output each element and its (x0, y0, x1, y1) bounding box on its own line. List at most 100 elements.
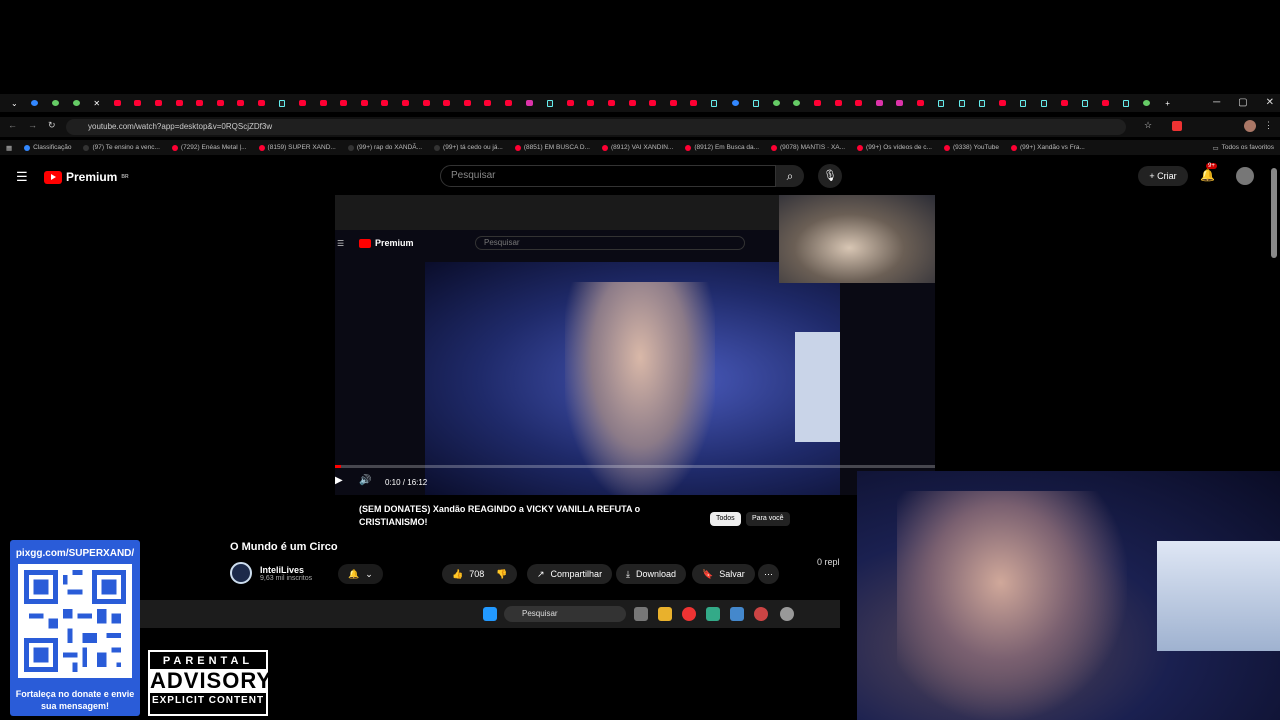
share-button[interactable]: ↗ Compartilhar (527, 564, 613, 584)
save-button[interactable]: 🔖 Salvar (692, 564, 755, 584)
bookmark[interactable]: (7292) Enéas Metal |... (166, 144, 253, 151)
volume-icon[interactable]: 🔊 (359, 475, 371, 486)
tab[interactable] (704, 95, 725, 111)
bookmark[interactable]: (8912) VAI XANDIN... (596, 144, 679, 151)
channel-avatar[interactable] (230, 562, 252, 584)
tab[interactable] (25, 95, 46, 111)
chrome-icon[interactable] (682, 607, 696, 621)
tab[interactable] (457, 95, 478, 111)
tab[interactable] (416, 95, 437, 111)
tab[interactable] (890, 95, 911, 111)
tab[interactable] (45, 95, 66, 111)
tab[interactable] (972, 95, 993, 111)
search-input[interactable]: Pesquisar (440, 165, 776, 187)
tab[interactable] (128, 95, 149, 111)
tab-close-icon[interactable]: ✕ (86, 95, 107, 111)
voice-search-button[interactable]: 🎙 (818, 164, 842, 188)
file-explorer-icon[interactable] (658, 607, 672, 621)
maximize-icon[interactable]: ▢ (1238, 94, 1247, 112)
bookmark[interactable]: (97) Te ensino a venc... (77, 144, 165, 151)
tab[interactable] (436, 95, 457, 111)
bookmark[interactable]: (9078) MANTIS · XA... (765, 144, 851, 151)
app-icon[interactable] (706, 607, 720, 621)
forward-icon[interactable]: → (28, 120, 37, 130)
tab[interactable] (663, 95, 684, 111)
browser-menu-icon[interactable]: ⋮ (1264, 120, 1273, 131)
tab[interactable] (292, 95, 313, 111)
tab[interactable] (1054, 95, 1075, 111)
profile-icon[interactable] (1244, 120, 1256, 132)
tab[interactable] (807, 95, 828, 111)
account-avatar[interactable] (1236, 167, 1254, 185)
hamburger-menu-icon[interactable]: ☰ (16, 169, 28, 185)
download-button[interactable]: ⤓ Download (616, 564, 687, 584)
tab[interactable] (519, 95, 540, 111)
tab[interactable] (642, 95, 663, 111)
tab[interactable] (931, 95, 952, 111)
tab[interactable] (169, 95, 190, 111)
chip-para-voce[interactable]: Para você (746, 512, 790, 526)
tab[interactable] (478, 95, 499, 111)
back-icon[interactable]: ← (8, 120, 17, 130)
bookmark[interactable]: (99+) rap do XANDÃ... (342, 144, 428, 151)
bookmark-star-icon[interactable]: ☆ (1144, 120, 1152, 131)
tab[interactable] (251, 95, 272, 111)
tab[interactable] (354, 95, 375, 111)
tab[interactable] (313, 95, 334, 111)
tab[interactable] (334, 95, 355, 111)
bookmark[interactable]: (99+) tá cedo ou já... (428, 144, 509, 151)
tab[interactable] (148, 95, 169, 111)
extension-icon[interactable] (1172, 121, 1182, 131)
thumbs-down-icon[interactable]: 👎 (496, 564, 507, 584)
tab[interactable] (725, 95, 746, 111)
tab[interactable] (745, 95, 766, 111)
bookmark[interactable]: (99+) Os vídeos de c... (851, 144, 938, 151)
tab[interactable] (848, 95, 869, 111)
more-actions-button[interactable]: ⋯ (758, 564, 779, 584)
notifications-button[interactable]: 🔔 9+ (1200, 163, 1217, 182)
bookmark[interactable]: (8159) SUPER XAND... (253, 144, 342, 151)
tab[interactable] (1034, 95, 1055, 111)
tab[interactable] (272, 95, 293, 111)
tab[interactable] (1116, 95, 1137, 111)
tab-list-button[interactable]: ⌄ (4, 95, 25, 111)
bookmark[interactable]: (9338) YouTube (938, 144, 1005, 151)
page-scrollbar[interactable] (1271, 168, 1277, 258)
tab[interactable] (1095, 95, 1116, 111)
tab[interactable] (498, 95, 519, 111)
tab[interactable] (107, 95, 128, 111)
settings-icon[interactable] (780, 607, 794, 621)
tab[interactable] (231, 95, 252, 111)
bookmark[interactable]: (8912) Em Busca da... (679, 144, 765, 151)
search-button[interactable]: ⌕ (776, 165, 804, 187)
task-view-icon[interactable] (634, 607, 648, 621)
apps-icon[interactable]: ▦ (0, 144, 18, 152)
tab[interactable] (951, 95, 972, 111)
chip-todos[interactable]: Todos (710, 512, 741, 526)
tab[interactable] (1137, 95, 1158, 111)
progress-bar[interactable] (335, 465, 935, 468)
tab[interactable] (560, 95, 581, 111)
taskbar-search[interactable]: Pesquisar (504, 606, 626, 622)
tab[interactable] (189, 95, 210, 111)
tab[interactable] (581, 95, 602, 111)
tab[interactable] (375, 95, 396, 111)
tab[interactable] (622, 95, 643, 111)
app-icon[interactable] (754, 607, 768, 621)
tab[interactable] (66, 95, 87, 111)
bookmark[interactable]: (8851) EM BUSCA D... (509, 144, 596, 151)
like-button[interactable]: 👍 708 👎 (442, 564, 518, 584)
channel-name[interactable]: InteliLives (260, 565, 312, 575)
windows-start-icon[interactable] (483, 607, 497, 621)
reload-icon[interactable]: ↻ (48, 120, 56, 131)
tab[interactable] (766, 95, 787, 111)
tab[interactable] (787, 95, 808, 111)
video-player[interactable]: ☰ Premium Pesquisar ▶ 🔊 0:10 / 16:12 (335, 195, 935, 495)
minimize-icon[interactable]: ─ (1213, 94, 1220, 112)
new-tab-button[interactable]: + (1157, 95, 1178, 111)
tab[interactable] (210, 95, 231, 111)
tab[interactable] (828, 95, 849, 111)
tab[interactable] (993, 95, 1014, 111)
tab[interactable] (869, 95, 890, 111)
app-icon[interactable] (730, 607, 744, 621)
